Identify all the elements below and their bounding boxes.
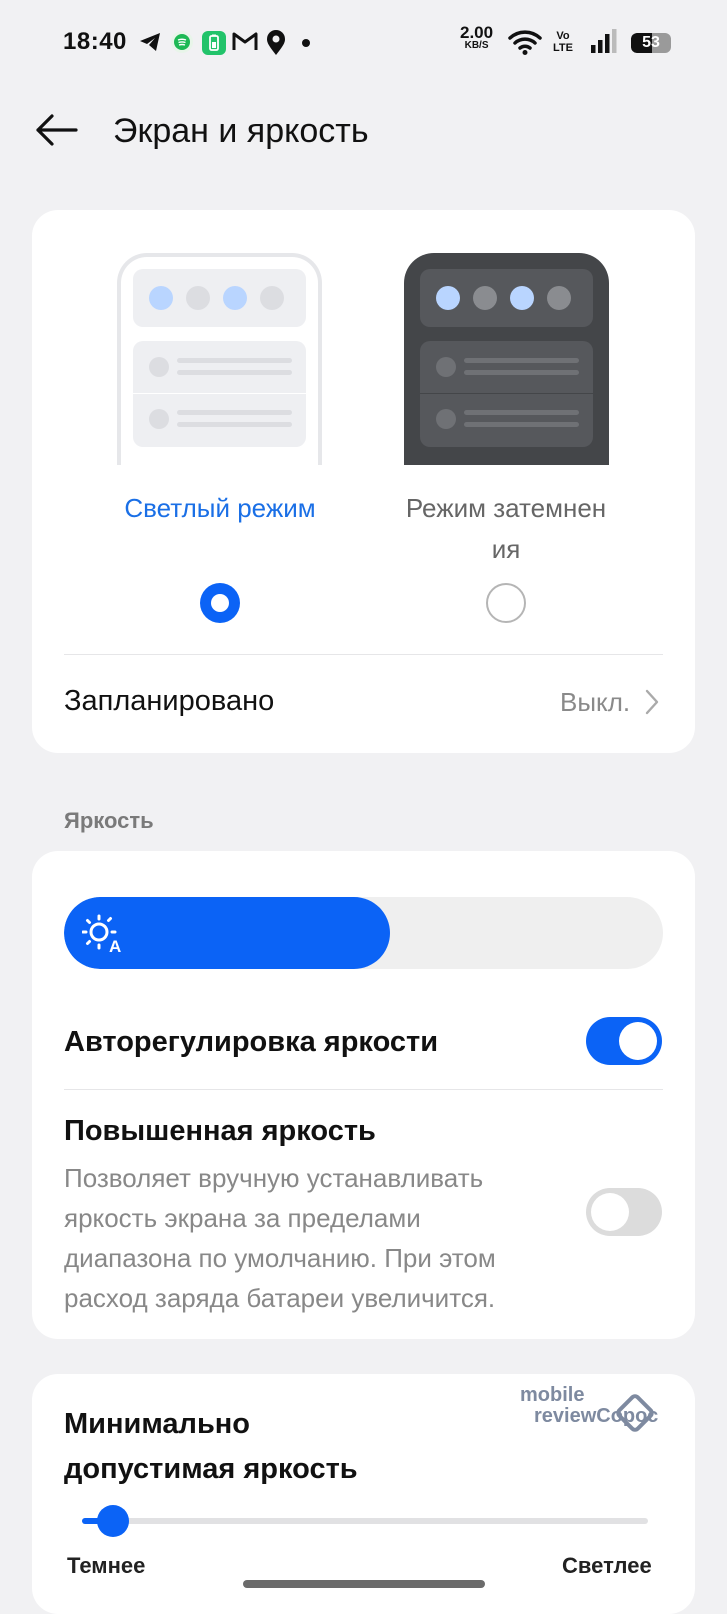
spotify-icon (170, 30, 194, 54)
divider (64, 1089, 663, 1090)
gmail-icon (232, 30, 258, 52)
wifi-icon (508, 28, 542, 56)
dark-mode-preview[interactable] (404, 253, 609, 465)
extra-brightness-description: Позволяет вручную устанавливать яркость … (64, 1163, 496, 1313)
home-indicator[interactable] (243, 1580, 485, 1588)
darker-label: Темнее (67, 1553, 146, 1578)
extra-brightness-label: Повышенная яркость (64, 1115, 376, 1147)
min-brightness-thumb[interactable] (96, 1505, 129, 1537)
light-mode-radio[interactable] (200, 583, 240, 623)
signal-icon (590, 28, 618, 54)
scheduled-row[interactable]: Запланировано Выкл. (32, 655, 695, 751)
light-mode-preview[interactable] (117, 253, 322, 465)
min-brightness-title: Минимально допустимая яркость (64, 1408, 358, 1485)
extra-brightness-toggle[interactable] (586, 1188, 662, 1236)
watermark-diamond-icon (616, 1394, 654, 1432)
volte-indicator: Vo LTE (553, 30, 573, 54)
arrow-left-icon (36, 114, 78, 146)
telegram-icon (138, 30, 162, 54)
scheduled-label: Запланировано (64, 685, 275, 717)
battery-icon: 53 (631, 33, 671, 53)
status-time: 18:40 (63, 28, 127, 55)
lighter-label: Светлее (562, 1553, 652, 1578)
dot-icon (301, 38, 311, 48)
dark-mode-label[interactable]: Режим затемнен ия (386, 488, 626, 570)
battery-app-icon (201, 30, 227, 56)
auto-brightness-label: Авторегулировка яркости (64, 1026, 439, 1058)
light-mode-label[interactable]: Светлый режим (100, 488, 340, 529)
page-title: Экран и яркость (113, 112, 369, 150)
net-speed: 2.00 KB/S (460, 23, 494, 51)
min-brightness-track[interactable] (82, 1518, 648, 1524)
auto-brightness-toggle[interactable] (586, 1017, 662, 1065)
scheduled-value: Выкл. (560, 687, 631, 717)
brightness-slider[interactable]: A (64, 897, 663, 969)
location-icon (265, 30, 287, 56)
brightness-section-label: Яркость (64, 808, 154, 833)
back-button[interactable] (34, 112, 78, 153)
svg-text:A: A (109, 937, 121, 954)
auto-brightness-icon: A (82, 914, 121, 954)
chevron-right-icon (645, 689, 659, 715)
dark-mode-radio[interactable] (486, 583, 526, 623)
